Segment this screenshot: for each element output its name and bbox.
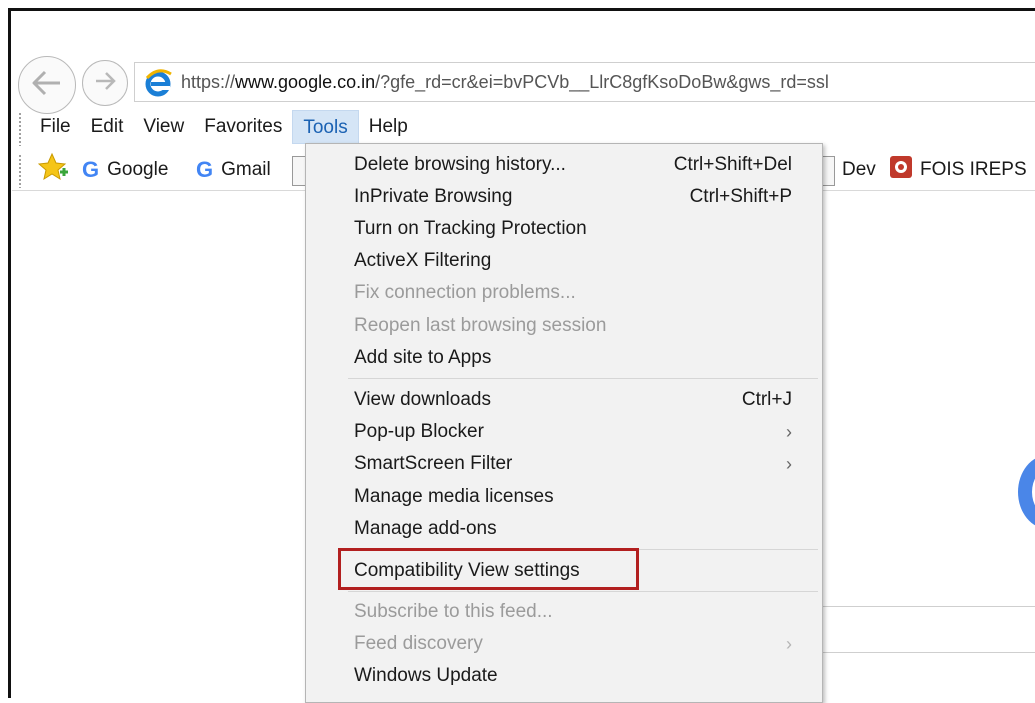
fav-gmail[interactable]: G Gmail (196, 152, 271, 188)
menu-edit[interactable]: Edit (81, 110, 134, 144)
menu-item-media-licenses[interactable]: Manage media licenses (354, 482, 792, 512)
fav-folder-edge-right (822, 156, 835, 186)
forward-button[interactable] (82, 60, 128, 106)
menu-item-smartscreen[interactable]: SmartScreen Filter › (354, 449, 792, 479)
menu-item-add-site[interactable]: Add site to Apps (354, 343, 792, 373)
menu-item-label: Manage media licenses (354, 486, 554, 507)
back-arrow-icon (32, 70, 62, 101)
chevron-right-icon: › (786, 634, 792, 654)
menu-item-label: Turn on Tracking Protection (354, 218, 587, 239)
fav-gmail-label: Gmail (221, 159, 271, 180)
menu-item-label: ActiveX Filtering (354, 250, 492, 271)
fav-dev[interactable]: Dev (842, 152, 876, 188)
menubar-grip[interactable] (18, 112, 22, 146)
menu-item-popup-blocker[interactable]: Pop-up Blocker › (354, 417, 792, 447)
menu-item-view-downloads[interactable]: View downloads Ctrl+J (354, 385, 792, 415)
menu-bar: File Edit View Favorites Tools Help (30, 110, 418, 144)
menu-item-label: Delete browsing history... (354, 154, 566, 175)
url-path: /?gfe_rd=cr&ei=bvPCVb__LlrC8gfKsoDoBw&gw… (375, 72, 829, 92)
menu-separator (348, 591, 818, 592)
ie-logo-icon (143, 68, 173, 103)
fav-dev-label: Dev (842, 159, 876, 180)
shortcut-label: Ctrl+J (741, 389, 792, 410)
fav-fois-label: FOIS IREPS (920, 159, 1027, 180)
menu-help[interactable]: Help (359, 110, 418, 144)
menu-item-delete-history[interactable]: Delete browsing history... Ctrl+Shift+De… (354, 150, 792, 180)
fois-logo-icon (890, 156, 912, 184)
fav-google[interactable]: G Google (82, 152, 168, 188)
menu-item-label: Reopen last browsing session (354, 315, 607, 336)
back-button[interactable] (18, 56, 76, 114)
shortcut-label: Ctrl+Shift+Del (673, 154, 792, 175)
menu-item-label: Pop-up Blocker (354, 421, 484, 442)
menu-item-label: Manage add-ons (354, 518, 497, 539)
chevron-right-icon: › (786, 422, 792, 442)
menu-file[interactable]: File (30, 110, 81, 144)
favbar-grip[interactable] (18, 154, 22, 188)
menu-item-subscribe-feed: Subscribe to this feed... (354, 597, 792, 627)
tools-menu-dropdown: Delete browsing history... Ctrl+Shift+De… (305, 143, 823, 703)
menu-view[interactable]: View (133, 110, 194, 144)
url-text[interactable]: https://www.google.co.in/?gfe_rd=cr&ei=b… (181, 72, 829, 93)
menu-favorites[interactable]: Favorites (194, 110, 292, 144)
menu-item-manage-addons[interactable]: Manage add-ons (354, 514, 792, 544)
menu-item-fix-connection: Fix connection problems... (354, 278, 792, 308)
add-favorites-button[interactable] (37, 152, 70, 188)
menu-item-label: SmartScreen Filter (354, 453, 513, 474)
forward-arrow-icon (94, 71, 116, 96)
page-divider (822, 606, 1035, 607)
menu-item-label: Add site to Apps (354, 347, 492, 368)
url-domain: www.google.co.in (235, 72, 376, 92)
google-g-icon: G (82, 157, 100, 182)
chevron-right-icon: › (786, 454, 792, 474)
star-icon (37, 152, 70, 188)
menu-item-label: Windows Update (354, 665, 498, 686)
google-g-icon: G (196, 157, 214, 182)
menu-item-label: View downloads (354, 389, 491, 410)
menu-item-inprivate[interactable]: InPrivate Browsing Ctrl+Shift+P (354, 182, 792, 212)
menu-separator (348, 378, 818, 379)
menu-item-tracking-protection[interactable]: Turn on Tracking Protection (354, 214, 792, 244)
menu-item-label: Fix connection problems... (354, 282, 576, 303)
fav-fois-ireps[interactable]: FOIS IREPS (890, 152, 1027, 188)
fav-google-label: Google (107, 159, 169, 180)
page-divider (822, 652, 1035, 653)
menu-item-label: InPrivate Browsing (354, 186, 513, 207)
menu-item-reopen-session: Reopen last browsing session (354, 311, 792, 341)
url-prefix: https:// (181, 72, 236, 92)
menu-item-feed-discovery: Feed discovery › (354, 629, 792, 659)
menu-item-windows-update[interactable]: Windows Update (354, 661, 792, 691)
menu-tools[interactable]: Tools (292, 110, 359, 144)
address-bar[interactable]: https://www.google.co.in/?gfe_rd=cr&ei=b… (134, 62, 1035, 102)
menu-item-label: Subscribe to this feed... (354, 601, 553, 622)
menu-item-activex[interactable]: ActiveX Filtering (354, 246, 792, 276)
menu-item-label: Feed discovery (354, 633, 483, 654)
shortcut-label: Ctrl+Shift+P (689, 186, 792, 207)
highlight-annotation-box (338, 548, 639, 590)
